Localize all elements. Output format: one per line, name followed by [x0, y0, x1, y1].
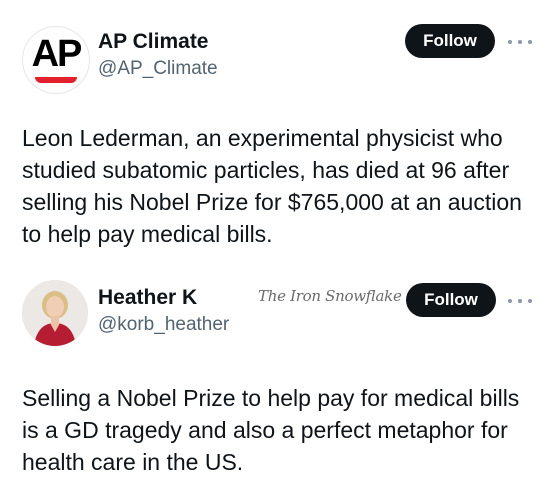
ap-logo-accent: [35, 77, 77, 83]
more-horizontal-icon[interactable]: [508, 296, 532, 306]
author-handle[interactable]: @AP_Climate: [98, 58, 218, 80]
more-horizontal-icon[interactable]: [508, 37, 532, 47]
follow-button[interactable]: Follow: [406, 283, 496, 317]
tweet-heather-k: Heather K @korb_heather The Iron Snowfla…: [0, 270, 552, 500]
follow-button[interactable]: Follow: [405, 24, 495, 58]
avatar-portrait-icon: [22, 280, 88, 346]
author-name[interactable]: AP Climate: [98, 30, 209, 54]
tweet-text: Selling a Nobel Prize to help pay for me…: [22, 385, 520, 475]
author-name[interactable]: Heather K: [98, 286, 197, 310]
watermark: The Iron Snowflake: [258, 287, 402, 305]
tweet-text: Leon Lederman, an experimental physicist…: [22, 125, 522, 247]
author-handle[interactable]: @korb_heather: [98, 314, 229, 336]
ap-logo-text: AP: [31, 33, 83, 75]
avatar[interactable]: AP: [22, 26, 90, 94]
avatar[interactable]: [22, 280, 88, 346]
tweet-ap-climate: AP AP Climate @AP_Climate Follow Leon Le…: [0, 0, 552, 270]
